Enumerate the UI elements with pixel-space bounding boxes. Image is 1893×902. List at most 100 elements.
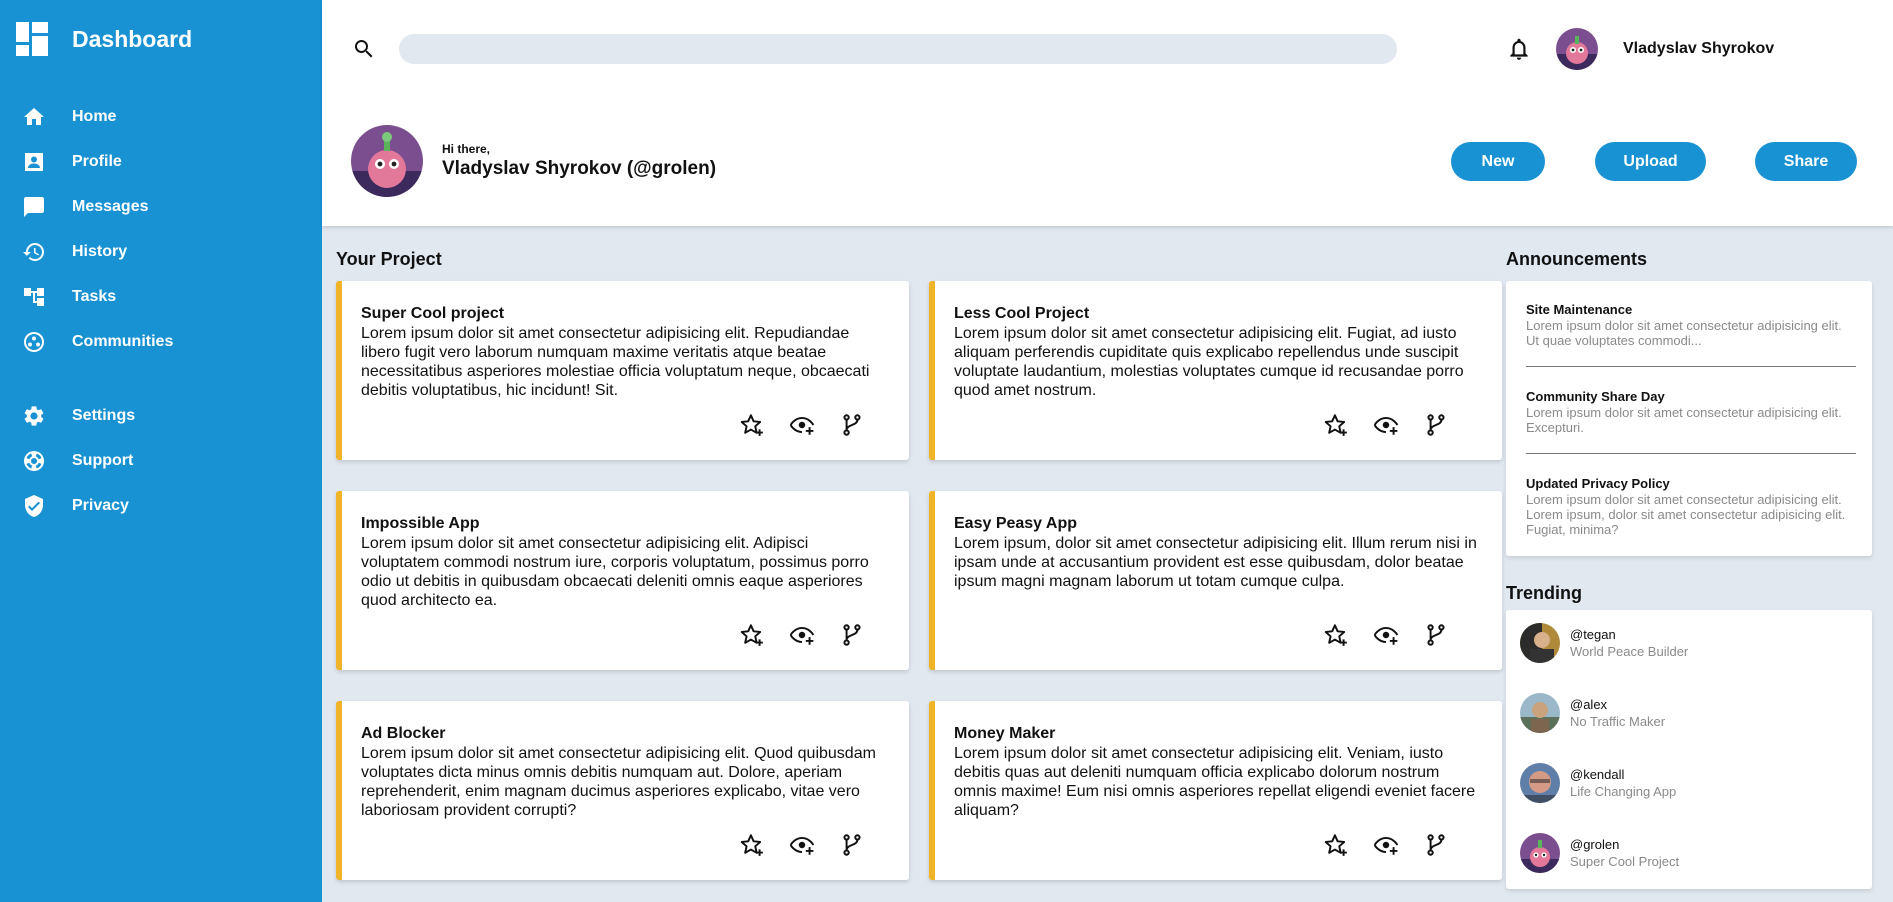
watch-eye-icon[interactable] <box>789 832 815 858</box>
tasks-icon <box>24 287 44 306</box>
project-description: Lorem ipsum dolor sit amet consectetur a… <box>361 325 870 399</box>
project-card: Less Cool Project Lorem ipsum dolor sit … <box>929 281 1502 460</box>
sidebar-item-label: Home <box>72 107 117 125</box>
bell-icon[interactable] <box>1506 36 1532 62</box>
search-icon[interactable] <box>352 37 376 61</box>
fork-icon[interactable] <box>1423 412 1449 438</box>
project-description: Lorem ipsum dolor sit amet consectetur a… <box>361 535 869 609</box>
star-add-icon[interactable] <box>1323 832 1349 858</box>
trending-project: Super Cool Project <box>1570 854 1680 869</box>
project-title[interactable]: Easy Peasy App <box>954 515 1077 533</box>
sidebar-item-history[interactable]: History <box>22 229 173 274</box>
project-actions <box>1323 832 1473 858</box>
project-description: Lorem ipsum dolor sit amet consectetur a… <box>954 745 1476 819</box>
avatar <box>1520 623 1560 663</box>
trending-item[interactable]: @tegan World Peace Builder <box>1520 623 1688 663</box>
gear-icon <box>24 405 44 426</box>
sidebar-item-home[interactable]: Home <box>22 94 173 139</box>
project-card: Easy Peasy App Lorem ipsum, dolor sit am… <box>929 491 1502 670</box>
sidebar-item-privacy[interactable]: Privacy <box>22 483 135 528</box>
user-full-name: Vladyslav Shyrokov (@grolen) <box>442 158 717 179</box>
fork-icon[interactable] <box>839 832 865 858</box>
star-add-icon[interactable] <box>739 832 765 858</box>
project-actions <box>739 412 889 438</box>
trending-handle: @alex <box>1570 697 1608 712</box>
fork-icon[interactable] <box>839 622 865 648</box>
greeting-text: Hi there, <box>442 142 491 156</box>
announcement-item[interactable]: Updated Privacy Policy Lorem ipsum dolor… <box>1526 476 1856 537</box>
divider <box>1526 366 1856 367</box>
avatar[interactable] <box>1556 28 1598 70</box>
sidebar-item-label: Privacy <box>72 496 129 514</box>
communities-icon <box>24 331 44 352</box>
sidebar-item-label: Tasks <box>72 287 117 305</box>
trending-handle: @grolen <box>1570 837 1620 852</box>
project-actions <box>739 622 889 648</box>
project-title[interactable]: Less Cool Project <box>954 305 1089 323</box>
project-title[interactable]: Super Cool project <box>361 305 504 323</box>
star-add-icon[interactable] <box>739 622 765 648</box>
trending-item[interactable]: @kendall Life Changing App <box>1520 763 1676 803</box>
announcement-item[interactable]: Site Maintenance Lorem ipsum dolor sit a… <box>1526 302 1856 348</box>
fork-icon[interactable] <box>1423 622 1449 648</box>
messages-icon <box>24 196 44 217</box>
history-icon <box>23 242 44 261</box>
project-title[interactable]: Impossible App <box>361 515 480 533</box>
announcements-title: Announcements <box>1506 249 1648 269</box>
project-actions <box>739 832 889 858</box>
trending-project: No Traffic Maker <box>1570 714 1666 729</box>
watch-eye-icon[interactable] <box>1373 832 1399 858</box>
sidebar-item-communities[interactable]: Communities <box>22 319 173 364</box>
upload-button[interactable]: Upload <box>1595 142 1706 181</box>
watch-eye-icon[interactable] <box>1373 412 1399 438</box>
avatar <box>1520 693 1560 733</box>
trending-panel: @tegan World Peace Builder @alex No Traf… <box>1506 610 1872 889</box>
profile-icon <box>25 152 43 171</box>
announcement-title: Site Maintenance <box>1526 302 1633 317</box>
project-description: Lorem ipsum, dolor sit amet consectetur … <box>954 535 1477 590</box>
announcement-title: Community Share Day <box>1526 389 1665 404</box>
sidebar-item-messages[interactable]: Messages <box>22 184 173 229</box>
watch-eye-icon[interactable] <box>1373 622 1399 648</box>
new-button[interactable]: New <box>1451 142 1545 181</box>
star-add-icon[interactable] <box>1323 622 1349 648</box>
avatar <box>1520 833 1560 873</box>
project-description: Lorem ipsum dolor sit amet consectetur a… <box>954 325 1464 399</box>
share-button[interactable]: Share <box>1755 142 1857 181</box>
fork-icon[interactable] <box>839 412 865 438</box>
header-username[interactable]: Vladyslav Shyrokov <box>1623 40 1774 58</box>
project-card: Impossible App Lorem ipsum dolor sit ame… <box>336 491 909 670</box>
watch-eye-icon[interactable] <box>789 622 815 648</box>
fork-icon[interactable] <box>1423 832 1449 858</box>
avatar <box>351 125 423 197</box>
announcement-title: Updated Privacy Policy <box>1526 476 1670 491</box>
star-add-icon[interactable] <box>739 412 765 438</box>
watch-eye-icon[interactable] <box>789 412 815 438</box>
trending-handle: @kendall <box>1570 767 1625 782</box>
trending-project: World Peace Builder <box>1570 644 1689 659</box>
sidebar-item-support[interactable]: Support <box>22 438 135 483</box>
projects-title: Your Project <box>336 249 442 269</box>
brand[interactable]: Dashboard <box>16 22 192 56</box>
sidebar-item-profile[interactable]: Profile <box>22 139 173 184</box>
trending-item[interactable]: @grolen Super Cool Project <box>1520 833 1679 873</box>
project-title[interactable]: Ad Blocker <box>361 725 445 743</box>
star-add-icon[interactable] <box>1323 412 1349 438</box>
project-title[interactable]: Money Maker <box>954 725 1055 743</box>
trending-project: Life Changing App <box>1570 784 1677 799</box>
project-card: Ad Blocker Lorem ipsum dolor sit amet co… <box>336 701 909 880</box>
project-description: Lorem ipsum dolor sit amet consectetur a… <box>361 745 876 819</box>
project-actions <box>1323 622 1473 648</box>
announcement-item[interactable]: Community Share Day Lorem ipsum dolor si… <box>1526 389 1856 435</box>
sidebar-item-tasks[interactable]: Tasks <box>22 274 173 319</box>
sidebar-item-label: Messages <box>72 197 149 215</box>
search-input[interactable] <box>399 34 1397 64</box>
sidebar-item-label: Settings <box>72 406 136 424</box>
main-nav: Home Profile Messages History Tasks Comm… <box>22 94 173 364</box>
sidebar-item-settings[interactable]: Settings <box>22 393 135 438</box>
trending-handle: @tegan <box>1570 627 1616 642</box>
avatar <box>1520 763 1560 803</box>
announcement-text: Lorem ipsum dolor sit amet consectetur a… <box>1526 405 1842 435</box>
trending-item[interactable]: @alex No Traffic Maker <box>1520 693 1665 733</box>
home-icon <box>24 107 44 125</box>
